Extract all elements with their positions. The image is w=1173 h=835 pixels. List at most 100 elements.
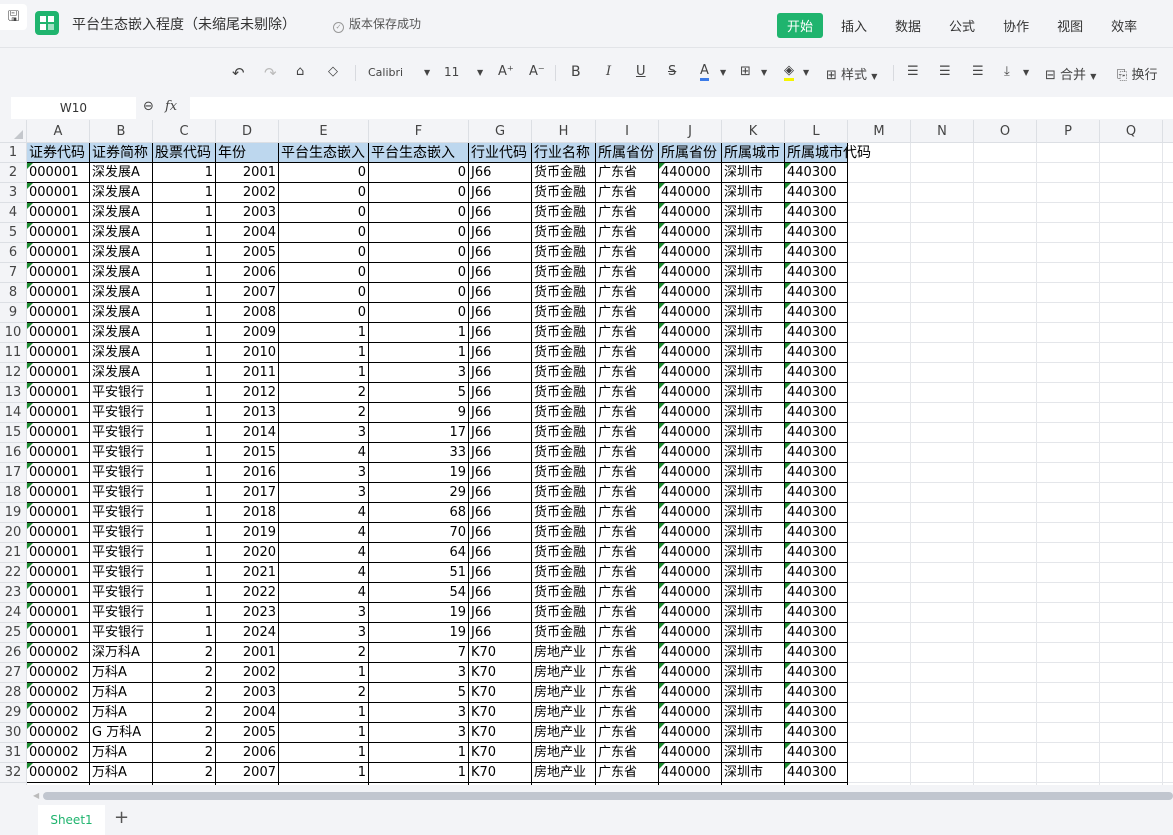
table-cell[interactable]: 平安银行 — [90, 563, 153, 583]
empty-cell[interactable] — [1100, 743, 1163, 763]
empty-cell[interactable] — [1163, 443, 1173, 463]
row-header[interactable]: 14 — [0, 403, 27, 423]
table-cell[interactable]: 000001 — [27, 363, 90, 383]
row-header[interactable]: 24 — [0, 603, 27, 623]
table-cell[interactable]: 440000 — [659, 343, 722, 363]
wrap-button[interactable]: ⎘ 换行 — [1117, 64, 1158, 83]
empty-cell[interactable] — [1100, 403, 1163, 423]
empty-cell[interactable] — [1037, 323, 1100, 343]
row-header[interactable]: 23 — [0, 583, 27, 603]
empty-cell[interactable] — [848, 663, 911, 683]
table-cell[interactable]: 440000 — [659, 243, 722, 263]
increase-font-icon[interactable]: A⁺ — [498, 64, 514, 79]
table-cell[interactable]: 440000 — [659, 743, 722, 763]
empty-cell[interactable] — [911, 283, 974, 303]
empty-cell[interactable] — [1163, 203, 1173, 223]
table-cell[interactable]: 440000 — [659, 403, 722, 423]
table-cell[interactable]: 000001 — [27, 583, 90, 603]
empty-cell[interactable] — [1163, 323, 1173, 343]
table-cell[interactable]: J66 — [469, 423, 532, 443]
table-cell[interactable]: K70 — [469, 683, 532, 703]
table-cell[interactable]: 440300 — [785, 383, 848, 403]
table-cell[interactable]: 广东省 — [596, 543, 659, 563]
empty-cell[interactable] — [848, 543, 911, 563]
table-cell[interactable]: 440300 — [785, 503, 848, 523]
table-cell[interactable]: J66 — [469, 463, 532, 483]
empty-cell[interactable] — [1037, 283, 1100, 303]
table-cell[interactable]: 1 — [153, 183, 216, 203]
empty-cell[interactable] — [848, 403, 911, 423]
column-header-m[interactable]: M — [848, 120, 911, 143]
table-cell[interactable]: 2002 — [216, 183, 279, 203]
table-cell[interactable]: 440000 — [659, 263, 722, 283]
table-cell[interactable]: 29 — [369, 483, 469, 503]
empty-cell[interactable] — [1100, 623, 1163, 643]
table-cell[interactable]: 深圳市 — [722, 263, 785, 283]
empty-cell[interactable] — [848, 183, 911, 203]
header-cell[interactable]: 证券简称 — [90, 143, 153, 163]
table-cell[interactable]: 1 — [153, 543, 216, 563]
row-header[interactable]: 21 — [0, 543, 27, 563]
empty-cell[interactable] — [1163, 643, 1173, 663]
menu-insert[interactable]: 插入 — [831, 13, 877, 38]
table-cell[interactable]: 0 — [369, 243, 469, 263]
formula-input[interactable] — [190, 97, 1173, 119]
table-cell[interactable]: 深圳市 — [722, 763, 785, 783]
table-cell[interactable]: 平安银行 — [90, 383, 153, 403]
table-cell[interactable]: 1 — [153, 503, 216, 523]
column-header-a[interactable]: A — [27, 120, 90, 143]
table-cell[interactable]: 000001 — [27, 483, 90, 503]
empty-cell[interactable] — [911, 263, 974, 283]
table-cell[interactable]: J66 — [469, 243, 532, 263]
table-cell[interactable]: 440000 — [659, 203, 722, 223]
table-cell[interactable]: 2011 — [216, 363, 279, 383]
table-cell[interactable]: 平安银行 — [90, 403, 153, 423]
table-cell[interactable]: 深圳市 — [722, 723, 785, 743]
menu-efficiency[interactable]: 效率 — [1101, 13, 1147, 38]
table-cell[interactable]: 1 — [153, 163, 216, 183]
table-cell[interactable]: 440300 — [785, 643, 848, 663]
fx-icon[interactable]: fx — [165, 99, 177, 114]
table-cell[interactable]: 440300 — [785, 563, 848, 583]
table-cell[interactable]: 1 — [153, 623, 216, 643]
empty-cell[interactable] — [1163, 343, 1173, 363]
table-cell[interactable]: 深发展A — [90, 283, 153, 303]
row-header[interactable]: 4 — [0, 203, 27, 223]
table-cell[interactable]: J66 — [469, 543, 532, 563]
table-cell[interactable]: 平安银行 — [90, 543, 153, 563]
empty-cell[interactable] — [1163, 543, 1173, 563]
table-cell[interactable]: 000001 — [27, 223, 90, 243]
table-cell[interactable]: 货币金融 — [532, 543, 596, 563]
empty-cell[interactable] — [1037, 303, 1100, 323]
table-cell[interactable]: J66 — [469, 323, 532, 343]
table-cell[interactable]: 2013 — [216, 403, 279, 423]
table-cell[interactable]: 000001 — [27, 523, 90, 543]
row-header[interactable]: 3 — [0, 183, 27, 203]
table-cell[interactable]: 1 — [153, 203, 216, 223]
empty-cell[interactable] — [1100, 263, 1163, 283]
table-cell[interactable]: K70 — [469, 723, 532, 743]
align-center-icon[interactable]: ☰ — [939, 64, 951, 79]
table-cell[interactable]: J66 — [469, 363, 532, 383]
table-cell[interactable]: 2008 — [216, 303, 279, 323]
table-cell[interactable]: 0 — [279, 263, 369, 283]
table-cell[interactable]: 1 — [369, 323, 469, 343]
empty-cell[interactable] — [911, 543, 974, 563]
table-cell[interactable]: 440000 — [659, 523, 722, 543]
table-cell[interactable]: 440300 — [785, 443, 848, 463]
table-cell[interactable]: 3 — [279, 623, 369, 643]
table-cell[interactable]: 货币金融 — [532, 263, 596, 283]
bold-icon[interactable]: B — [571, 64, 581, 80]
empty-cell[interactable] — [1100, 363, 1163, 383]
table-cell[interactable]: 货币金融 — [532, 303, 596, 323]
empty-cell[interactable] — [848, 563, 911, 583]
empty-cell[interactable] — [1163, 703, 1173, 723]
italic-icon[interactable]: I — [606, 64, 611, 79]
empty-cell[interactable] — [848, 703, 911, 723]
table-cell[interactable]: 平安银行 — [90, 523, 153, 543]
table-cell[interactable]: 平安银行 — [90, 423, 153, 443]
table-cell[interactable]: 440300 — [785, 543, 848, 563]
table-cell[interactable]: 440000 — [659, 303, 722, 323]
table-cell[interactable]: 深发展A — [90, 163, 153, 183]
empty-cell[interactable] — [1037, 163, 1100, 183]
